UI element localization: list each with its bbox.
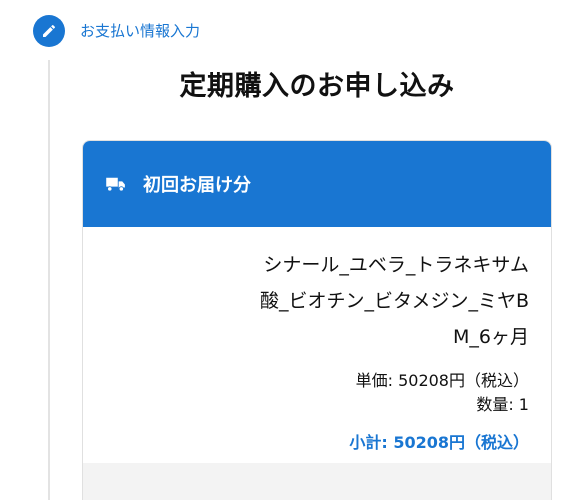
quantity: 数量: 1 bbox=[476, 395, 529, 414]
card-footer bbox=[83, 463, 551, 500]
step-connector-line bbox=[48, 60, 50, 500]
pencil-icon bbox=[33, 15, 65, 47]
step-label: お支払い情報入力 bbox=[80, 22, 201, 40]
page-title: 定期購入のお申し込み bbox=[179, 71, 455, 102]
step-header: お支払い情報入力 bbox=[33, 15, 200, 47]
card-header: 初回お届け分 bbox=[83, 141, 551, 227]
delivery-card: 初回お届け分 シナール_ユベラ_トラネキサム酸_ビオチン_ビタメジン_ミヤBM_… bbox=[82, 140, 552, 500]
product-name: シナール_ユベラ_トラネキサム酸_ビオチン_ビタメジン_ミヤBM_6ヶ月 bbox=[260, 254, 529, 348]
unit-price: 単価: 50208円（税込） bbox=[355, 371, 529, 390]
card-title: 初回お届け分 bbox=[143, 175, 251, 196]
subtotal: 小計: 50208円（税込） bbox=[349, 433, 529, 452]
payment-page: お支払い情報入力 定期購入のお申し込み 初回お届け分 シナール_ユベラ_トラネキ… bbox=[0, 0, 564, 500]
truck-icon bbox=[105, 176, 127, 192]
card-body: シナール_ユベラ_トラネキサム酸_ビオチン_ビタメジン_ミヤBM_6ヶ月 単価:… bbox=[83, 227, 551, 455]
